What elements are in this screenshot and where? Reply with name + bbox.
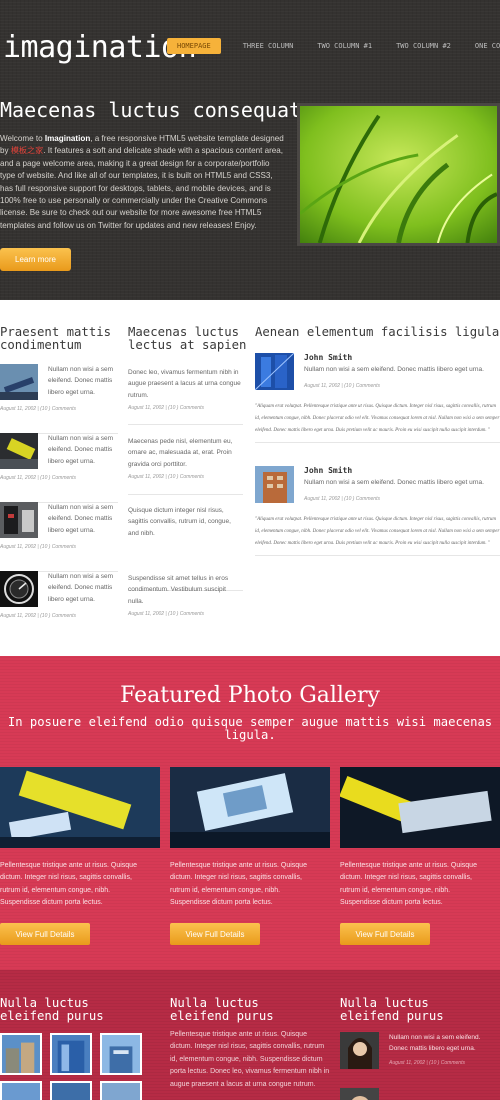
thumbnail-image	[0, 502, 38, 538]
photo-gallery-section: Featured Photo Gallery In posuere eleife…	[0, 656, 500, 970]
view-details-button[interactable]: View Full Details	[170, 923, 260, 945]
bottom-col-1-title: Nulla luctus eleifend purus	[0, 996, 104, 1023]
gallery-image[interactable]	[170, 767, 330, 848]
column-1-title: Praesent mattis condimentum	[0, 325, 112, 352]
avatar	[255, 466, 294, 503]
list-item[interactable]: Nullam non wisi a sem eleifend. Donec ma…	[0, 571, 118, 641]
photo-thumbnail[interactable]	[0, 1081, 42, 1100]
brand-name: Imagination	[44, 134, 91, 143]
nav-three-column[interactable]: THREE COLUMN	[243, 42, 294, 50]
nav-two-column-2[interactable]: TWO COLUMN #2	[396, 42, 451, 50]
hero-grass-image	[297, 103, 500, 246]
site-header: imagination HOMEPAGE THREE COLUMN TWO CO…	[0, 0, 500, 300]
designer-link[interactable]: 模板之家	[11, 146, 43, 155]
gallery-title: Featured Photo Gallery	[120, 683, 380, 708]
bottom-section: Nulla luctus eleifend purus Nulla luctus…	[0, 970, 500, 1100]
list-item[interactable]: Nullam non wisi a sem eleifend. Donec ma…	[0, 502, 118, 572]
gallery-image[interactable]	[0, 767, 160, 848]
photo-thumbnail[interactable]	[50, 1033, 92, 1075]
comment-quote: "Aliquam erat volutpat. Pellentesque tri…	[255, 401, 500, 444]
avatar	[255, 353, 294, 390]
comment-quote: "Aliquam erat volutpat. Pellentesque tri…	[255, 514, 500, 557]
hero-title: Maecenas luctus consequat	[0, 98, 302, 122]
view-details-button[interactable]: View Full Details	[340, 923, 430, 945]
photo-thumbnail[interactable]	[100, 1081, 142, 1100]
gallery-subtitle: In posuere eleifend odio quisque semper …	[7, 715, 493, 742]
nav-two-column-1[interactable]: TWO COLUMN #1	[317, 42, 372, 50]
content-section: Praesent mattis condimentum Maecenas luc…	[0, 300, 500, 656]
column-3-title: Aenean elementum facilisis ligula	[255, 325, 500, 339]
thumbnail-image	[0, 364, 38, 400]
column-2-title: Maecenas luctus lectus at sapien	[128, 325, 247, 352]
photo-thumbnail[interactable]	[50, 1081, 92, 1100]
gallery-image[interactable]	[340, 767, 500, 848]
learn-more-button[interactable]: Learn more	[0, 248, 71, 271]
main-nav: HOMEPAGE THREE COLUMN TWO COLUMN #1 TWO …	[167, 38, 500, 54]
nav-homepage[interactable]: HOMEPAGE	[167, 38, 221, 54]
bottom-col-3-title: Nulla luctus eleifend purus	[340, 996, 444, 1023]
comment-author[interactable]: John Smith	[304, 353, 352, 362]
comment-author[interactable]: John Smith	[304, 466, 352, 475]
gallery-card: Pellentesque tristique ante ut risus. Qu…	[340, 767, 500, 910]
bottom-col-2-title: Nulla luctus eleifend purus	[170, 996, 274, 1023]
list-item[interactable]: Donec leo, vivamus fermentum nibh in aug…	[128, 367, 243, 425]
photo-thumbnail[interactable]	[0, 1033, 42, 1075]
gallery-card: Pellentesque tristique ante ut risus. Qu…	[170, 767, 330, 910]
thumbnail-image	[0, 433, 38, 469]
bottom-text: Pellentesque tristique ante ut risus. Qu…	[170, 1031, 330, 1088]
avatar	[340, 1088, 379, 1100]
gallery-card: Pellentesque tristique ante ut risus. Qu…	[0, 767, 160, 910]
thumbnail-image	[0, 571, 38, 607]
avatar	[340, 1032, 379, 1069]
hero-text: Welcome to Imagination, a free responsiv…	[0, 134, 284, 230]
photo-grid	[0, 1033, 142, 1100]
list-item[interactable]: Nullam non wisi a sem eleifend. Donec ma…	[0, 364, 118, 434]
photo-thumbnail[interactable]	[100, 1033, 142, 1075]
list-item[interactable]: Suspendisse sit amet tellus in eros cond…	[128, 573, 243, 617]
nav-one-column[interactable]: ONE COLUMN	[475, 42, 500, 50]
list-item[interactable]: Maecenas pede nisl, elementum eu, ornare…	[128, 436, 243, 495]
view-details-button[interactable]: View Full Details	[0, 923, 90, 945]
list-item[interactable]: Nullam non wisi a sem eleifend. Donec ma…	[0, 433, 118, 503]
